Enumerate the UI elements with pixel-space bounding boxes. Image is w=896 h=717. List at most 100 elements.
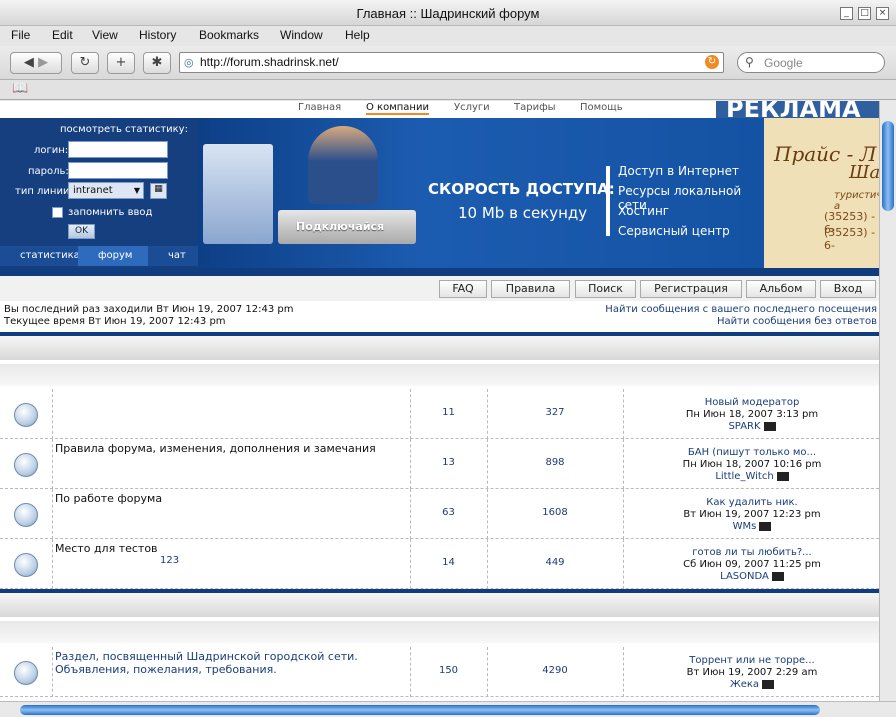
topics-count: 11	[442, 407, 455, 418]
password-input[interactable]	[68, 162, 168, 179]
forum-icon	[14, 503, 38, 527]
nav-about[interactable]: О компании	[366, 102, 429, 115]
posts-count: 4290	[542, 665, 568, 676]
vertical-scrollbar[interactable]	[879, 101, 896, 701]
last-post-date: Пн Июн 18, 2007 3:13 pm	[685, 409, 819, 420]
last-post: Как удалить ник. Вт Июн 19, 2007 12:23 p…	[625, 497, 879, 533]
tab-chat[interactable]: чат	[148, 246, 198, 266]
last-post-title[interactable]: Торрент или не торре...	[625, 655, 879, 667]
menu-window[interactable]: Window	[280, 28, 323, 42]
go-to-post-icon[interactable]	[762, 679, 775, 689]
connect-button[interactable]: Подключайся	[278, 210, 416, 244]
menu-help[interactable]: Help	[345, 28, 370, 42]
tab-forum[interactable]: форум	[78, 246, 148, 266]
forum-row[interactable]: По работе форума 63 1608 Как удалить ник…	[0, 489, 879, 539]
horizontal-scrollbar[interactable]	[0, 701, 896, 717]
go-to-post-icon[interactable]	[763, 421, 776, 431]
bug-button[interactable]: ✱	[143, 52, 171, 74]
forum-name[interactable]: Раздел, посвященный Шадринской городской…	[55, 650, 358, 663]
login-input[interactable]	[68, 141, 168, 158]
menu-file[interactable]: File	[11, 28, 30, 42]
scroll-thumb[interactable]	[20, 705, 820, 715]
menu-bookmarks[interactable]: Bookmarks	[199, 28, 259, 42]
last-post-title[interactable]: готов ли ты любить?...	[625, 547, 879, 559]
calendar-icon[interactable]: ▦	[150, 183, 167, 199]
hero-ad[interactable]: Подключайся СКОРОСТЬ ДОСТУПА: 10 Mb в се…	[198, 118, 764, 268]
site-banner: посмотреть статистику: логин: пароль: ти…	[0, 118, 879, 268]
nav-tariffs[interactable]: Тарифы	[514, 102, 556, 113]
unanswered-link[interactable]: Найти сообщения без ответов	[717, 316, 877, 327]
last-post-title[interactable]: Как удалить ник.	[625, 497, 879, 509]
search-box[interactable]: ⚲ Google	[737, 52, 885, 73]
forum-subforum-link[interactable]: 123	[160, 555, 179, 566]
menu-history[interactable]: History	[139, 28, 176, 42]
person-image	[308, 126, 378, 204]
ok-button[interactable]: OK	[68, 224, 95, 239]
topics-count: 150	[438, 665, 459, 676]
last-post-title[interactable]: БАН (пишут только мо...	[625, 447, 879, 459]
tab-stats[interactable]: статистика	[0, 246, 80, 266]
login-button[interactable]: Вход	[820, 280, 876, 298]
go-to-post-icon[interactable]	[759, 521, 772, 531]
last-post-user[interactable]: LASONDA	[720, 571, 769, 582]
forum-icon	[14, 661, 38, 685]
last-post-user[interactable]: WMs	[733, 521, 757, 532]
forum-row[interactable]: Правила форума, изменения, дополнения и …	[0, 439, 879, 489]
forum-row[interactable]: 11 327 Новый модератор Пн Июн 18, 2007 3…	[0, 389, 879, 439]
last-post-user[interactable]: SPARK	[728, 421, 760, 432]
back-icon[interactable]: ◀	[24, 55, 34, 70]
search-button[interactable]: Поиск	[575, 280, 636, 298]
price-ad[interactable]: Прайс - Л Шадрин туристическое а (35253)…	[764, 118, 879, 268]
new-posts-link[interactable]: Найти сообщения с вашего последнего посе…	[605, 304, 877, 315]
nav-help[interactable]: Помощь	[580, 102, 623, 113]
menu-edit[interactable]: Edit	[52, 28, 73, 42]
monitor-image	[203, 144, 273, 244]
book-icon[interactable]: 📖	[12, 81, 28, 96]
forum-row[interactable]: Раздел, посвященный Шадринской городской…	[0, 647, 879, 697]
rules-button[interactable]: Правила	[491, 280, 570, 298]
last-post-user[interactable]: Little_Witch	[715, 471, 773, 482]
faq-button[interactable]: FAQ	[439, 280, 487, 298]
stats-link[interactable]: посмотреть статистику:	[60, 124, 188, 135]
bug-icon: ✱	[151, 55, 163, 70]
close-button[interactable]: ×	[876, 7, 889, 20]
service-hosting[interactable]: Хостинг	[618, 204, 669, 218]
menu-view[interactable]: View	[92, 28, 118, 42]
line-type-select[interactable]: intranet ▼	[68, 182, 144, 199]
reload-button[interactable]: ↻	[71, 52, 99, 74]
forum-name[interactable]: Правила форума, изменения, дополнения и …	[55, 442, 376, 455]
visit-info: Вы последний раз заходили Вт Июн 19, 200…	[0, 301, 879, 332]
go-to-post-icon[interactable]	[776, 471, 789, 481]
forum-row[interactable]: Место для тестов 123 14 449 готов ли ты …	[0, 539, 879, 589]
maximize-button[interactable]: □	[858, 7, 871, 20]
forum-icon	[14, 453, 38, 477]
last-post-user[interactable]: Жека	[730, 679, 759, 690]
url-text[interactable]: http://forum.shadrinsk.net/	[200, 55, 339, 69]
ad-banner-top[interactable]: РЕКЛАМА	[716, 101, 879, 118]
register-button[interactable]: Регистрация	[640, 280, 742, 298]
last-post: готов ли ты любить?... Сб Июн 09, 2007 1…	[625, 547, 879, 583]
service-internet[interactable]: Доступ в Интернет	[618, 164, 739, 178]
rss-icon[interactable]: ↻	[705, 55, 719, 69]
new-tab-button[interactable]: +	[107, 52, 135, 74]
password-label: пароль:	[28, 166, 69, 177]
search-icon[interactable]: ⚲	[745, 55, 754, 69]
window-title: Главная :: Шадринский форум	[356, 6, 540, 21]
scroll-thumb[interactable]	[882, 121, 894, 211]
go-to-post-icon[interactable]	[771, 571, 784, 581]
forum-name[interactable]: По работе форума	[55, 492, 162, 505]
posts-count: 327	[545, 407, 565, 418]
back-forward-button[interactable]: ◀ ▶	[10, 52, 62, 74]
nav-services[interactable]: Услуги	[454, 102, 490, 113]
reload-icon: ↻	[79, 55, 91, 70]
nav-home[interactable]: Главная	[298, 102, 341, 113]
forum-icon	[14, 403, 38, 427]
album-button[interactable]: Альбом	[746, 280, 816, 298]
last-post-title[interactable]: Новый модератор	[625, 397, 879, 409]
remember-checkbox[interactable]	[52, 207, 63, 218]
service-center[interactable]: Сервисный центр	[618, 224, 730, 238]
forum-name[interactable]: Место для тестов	[55, 542, 158, 555]
address-bar[interactable]: ◎ http://forum.shadrinsk.net/ ↻	[179, 52, 724, 73]
forward-icon[interactable]: ▶	[38, 55, 48, 70]
minimize-button[interactable]: _	[840, 7, 853, 20]
